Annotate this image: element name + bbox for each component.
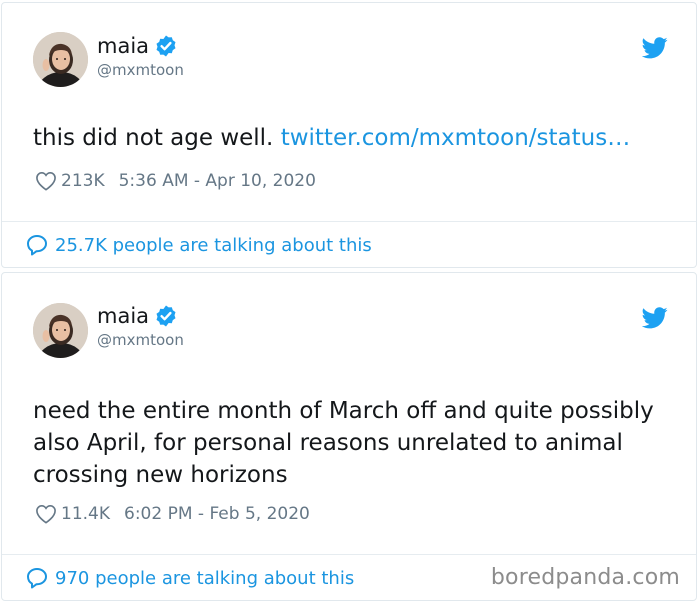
- verified-badge-icon: [154, 304, 178, 328]
- divider: [2, 554, 696, 555]
- speech-bubble-icon: [25, 566, 49, 590]
- heart-icon[interactable]: [35, 504, 57, 524]
- user-handle[interactable]: @mxmtoon: [97, 61, 184, 79]
- author-name-row[interactable]: maia: [97, 33, 178, 59]
- tweet-meta: 11.4K 6:02 PM - Feb 5, 2020: [35, 504, 310, 524]
- tweet-card: maia @mxmtoon this did not age well. twi…: [1, 2, 697, 268]
- twitter-bird-icon[interactable]: [642, 307, 668, 329]
- avatar[interactable]: [33, 32, 88, 87]
- talking-label: 25.7K people are talking about this: [55, 234, 372, 256]
- talking-link[interactable]: 970 people are talking about this: [25, 566, 354, 590]
- twitter-bird-icon[interactable]: [642, 37, 668, 59]
- talking-link[interactable]: 25.7K people are talking about this: [25, 233, 372, 257]
- watermark: boredpanda.com: [490, 565, 680, 590]
- tweet-text: need the entire month of March off and q…: [33, 398, 654, 488]
- talking-label: 970 people are talking about this: [55, 567, 355, 589]
- speech-bubble-icon: [25, 233, 49, 257]
- tweet-card: maia @mxmtoon need the entire month of M…: [1, 272, 697, 601]
- like-count[interactable]: 213K: [61, 171, 105, 191]
- verified-badge-icon: [154, 34, 178, 58]
- timestamp[interactable]: 6:02 PM - Feb 5, 2020: [124, 504, 310, 524]
- display-name[interactable]: maia: [97, 33, 149, 59]
- tweet-link[interactable]: twitter.com/mxmtoon/status…: [281, 125, 631, 151]
- divider: [2, 221, 696, 222]
- author-name-row[interactable]: maia: [97, 303, 178, 329]
- tweet-text: this did not age well. twitter.com/mxmto…: [33, 122, 672, 154]
- like-count[interactable]: 11.4K: [61, 504, 110, 524]
- avatar[interactable]: [33, 303, 88, 358]
- display-name[interactable]: maia: [97, 303, 149, 329]
- tweet-meta: 213K 5:36 AM - Apr 10, 2020: [35, 171, 316, 191]
- user-handle[interactable]: @mxmtoon: [97, 331, 184, 349]
- timestamp[interactable]: 5:36 AM - Apr 10, 2020: [119, 171, 316, 191]
- tweet-body: this did not age well.: [33, 125, 281, 151]
- heart-icon[interactable]: [35, 171, 57, 191]
